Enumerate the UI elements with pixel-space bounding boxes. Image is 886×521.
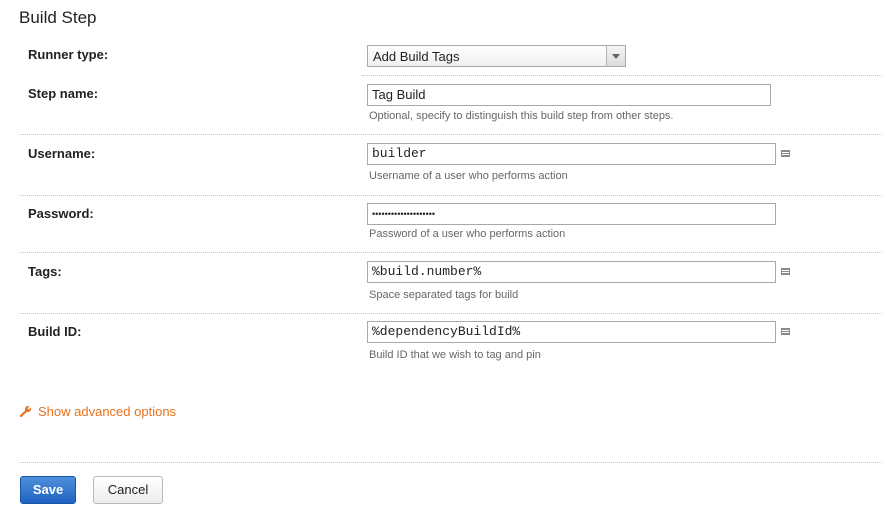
username-hint: Username of a user who performs action	[369, 170, 568, 182]
divider	[362, 75, 882, 76]
step-name-input[interactable]: Tag Build	[367, 84, 771, 106]
step-name-label: Step name:	[28, 86, 99, 101]
divider	[19, 313, 882, 314]
save-button[interactable]: Save	[20, 476, 76, 504]
tags-label: Tags:	[28, 264, 62, 279]
show-advanced-options-label: Show advanced options	[38, 404, 177, 419]
parameter-picker-icon[interactable]	[781, 150, 790, 157]
parameter-picker-icon[interactable]	[781, 268, 790, 275]
divider	[19, 462, 882, 463]
parameter-picker-icon[interactable]	[781, 328, 790, 335]
wrench-icon	[20, 405, 32, 417]
page-title: Build Step	[19, 8, 97, 27]
step-name-hint: Optional, specify to distinguish this bu…	[369, 110, 674, 122]
cancel-button[interactable]: Cancel	[93, 476, 163, 504]
tags-input[interactable]: %build.number%	[367, 261, 776, 283]
show-advanced-options-link[interactable]: Show advanced options	[20, 404, 176, 419]
username-label: Username:	[28, 146, 96, 161]
divider	[19, 252, 882, 253]
tags-hint: Space separated tags for build	[369, 289, 519, 301]
password-input[interactable]: ••••••••••••••••••••	[367, 203, 776, 225]
username-input[interactable]: builder	[367, 143, 776, 165]
runner-type-value: Add Build Tags	[373, 49, 460, 64]
chevron-down-icon[interactable]	[606, 46, 625, 66]
divider	[19, 134, 882, 135]
build-id-hint: Build ID that we wish to tag and pin	[369, 349, 541, 361]
build-id-input[interactable]: %dependencyBuildId%	[367, 321, 776, 343]
password-label: Password:	[28, 206, 94, 221]
runner-type-select[interactable]: Add Build Tags	[367, 45, 626, 67]
build-id-label: Build ID:	[28, 324, 82, 339]
runner-type-label: Runner type:	[28, 47, 109, 62]
divider	[19, 195, 882, 196]
password-hint: Password of a user who performs action	[369, 228, 566, 240]
